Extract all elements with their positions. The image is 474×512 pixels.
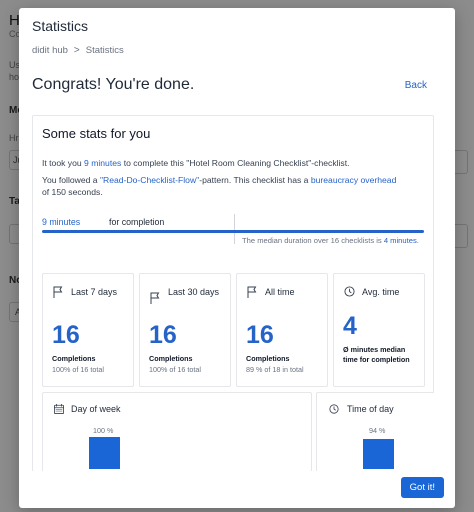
- stats-heading: Some stats for you: [42, 126, 151, 141]
- clock-icon: [329, 404, 339, 414]
- got-it-button[interactable]: Got it!: [400, 477, 444, 498]
- tile-sub: Ø minutes median time for completion: [343, 345, 410, 364]
- tile-label: Avg. time: [362, 287, 400, 297]
- tile-all-time: All time 16 Completions 89 % of 18 in to…: [236, 273, 328, 387]
- flag-icon: [53, 286, 63, 298]
- chevron-right-icon: >: [73, 45, 80, 56]
- median-prefix: The median duration over 16 checklists i…: [242, 236, 384, 245]
- congrats-heading: Congrats! You're done.: [32, 76, 195, 93]
- bureaucracy-overhead-link[interactable]: bureaucracy overhead: [311, 175, 397, 185]
- breadcrumb-root[interactable]: didit hub: [32, 45, 68, 56]
- flag-icon: [247, 286, 257, 298]
- median-value: 4 minutes: [383, 236, 417, 245]
- calendar-icon: [54, 404, 64, 414]
- pattern-prefix: You followed a: [42, 175, 100, 185]
- tile-sub: Completions: [246, 354, 290, 363]
- breadcrumb: didit hub > Statistics: [32, 45, 124, 56]
- timeline-median-marker: [234, 214, 235, 244]
- time-of-day-label: Time of day: [347, 404, 394, 414]
- tile-sub: Completions: [149, 354, 193, 363]
- duration-prefix: It took you: [42, 158, 85, 168]
- median-suffix: .: [416, 236, 419, 245]
- stats-card: Some stats for you It took you 9 minutes…: [32, 115, 434, 471]
- tile-sub: Completions: [52, 354, 96, 363]
- tile-label: All time: [265, 287, 295, 297]
- breadcrumb-current: Statistics: [85, 45, 124, 56]
- timeline-duration: 9 minutes: [42, 217, 81, 227]
- duration-timeline: 9 minutes for completion The median dura…: [42, 214, 424, 264]
- tile-sub-detail: 100% of 16 total: [149, 365, 201, 374]
- stats-scroll-area[interactable]: Some stats for you It took you 9 minutes…: [32, 115, 434, 471]
- pattern-link[interactable]: "Read-Do-Checklist-Flow": [100, 175, 199, 185]
- tile-label: Last 30 days: [168, 287, 220, 297]
- overhead-sentence: of 150 seconds.: [42, 187, 103, 197]
- duration-value: 9 minutes: [84, 158, 122, 168]
- tile-value: 4: [343, 312, 357, 340]
- tile-sub-detail: 89 % of 18 in total: [246, 365, 304, 374]
- timeline-median-text: The median duration over 16 checklists i…: [242, 236, 424, 246]
- day-of-week-label: Day of week: [71, 404, 121, 414]
- time-of-day-pct: 94 %: [369, 426, 386, 435]
- modal-footer: Got it!: [19, 471, 455, 508]
- day-of-week-card: Day of week 100 %: [42, 392, 312, 471]
- tile-value: 16: [149, 321, 177, 349]
- duration-sentence: It took you 9 minutes to complete this "…: [42, 157, 432, 169]
- clock-icon: [344, 286, 355, 297]
- tile-value: 16: [246, 321, 274, 349]
- tile-label: Last 7 days: [71, 287, 118, 297]
- duration-suffix: to complete this "Hotel Room Cleaning Ch…: [121, 158, 350, 168]
- tile-last-30-days: Last 30 days 16 Completions 100% of 16 t…: [139, 273, 231, 387]
- timeline-bar: [42, 230, 424, 233]
- time-of-day-bar: [363, 438, 394, 469]
- tile-value: 16: [52, 321, 80, 349]
- pattern-middle: -pattern. This checklist has a: [199, 175, 311, 185]
- day-of-week-bar: [89, 437, 120, 469]
- tile-last-7-days: Last 7 days 16 Completions 100% of 16 to…: [42, 273, 134, 387]
- time-of-day-card: Time of day 94 %: [316, 392, 434, 471]
- tile-sub-detail: 100% of 16 total: [52, 365, 104, 374]
- flag-icon: [150, 292, 160, 304]
- pattern-sentence: You followed a "Read-Do-Checklist-Flow"-…: [42, 174, 432, 186]
- tile-avg-time: Avg. time 4 Ø minutes median time for co…: [333, 273, 425, 387]
- modal-title: Statistics: [32, 18, 89, 34]
- back-link[interactable]: Back: [405, 80, 427, 91]
- day-of-week-pct: 100 %: [93, 426, 114, 435]
- timeline-completion-label: for completion: [109, 217, 165, 227]
- statistics-modal: Statistics didit hub > Statistics Congra…: [19, 8, 455, 508]
